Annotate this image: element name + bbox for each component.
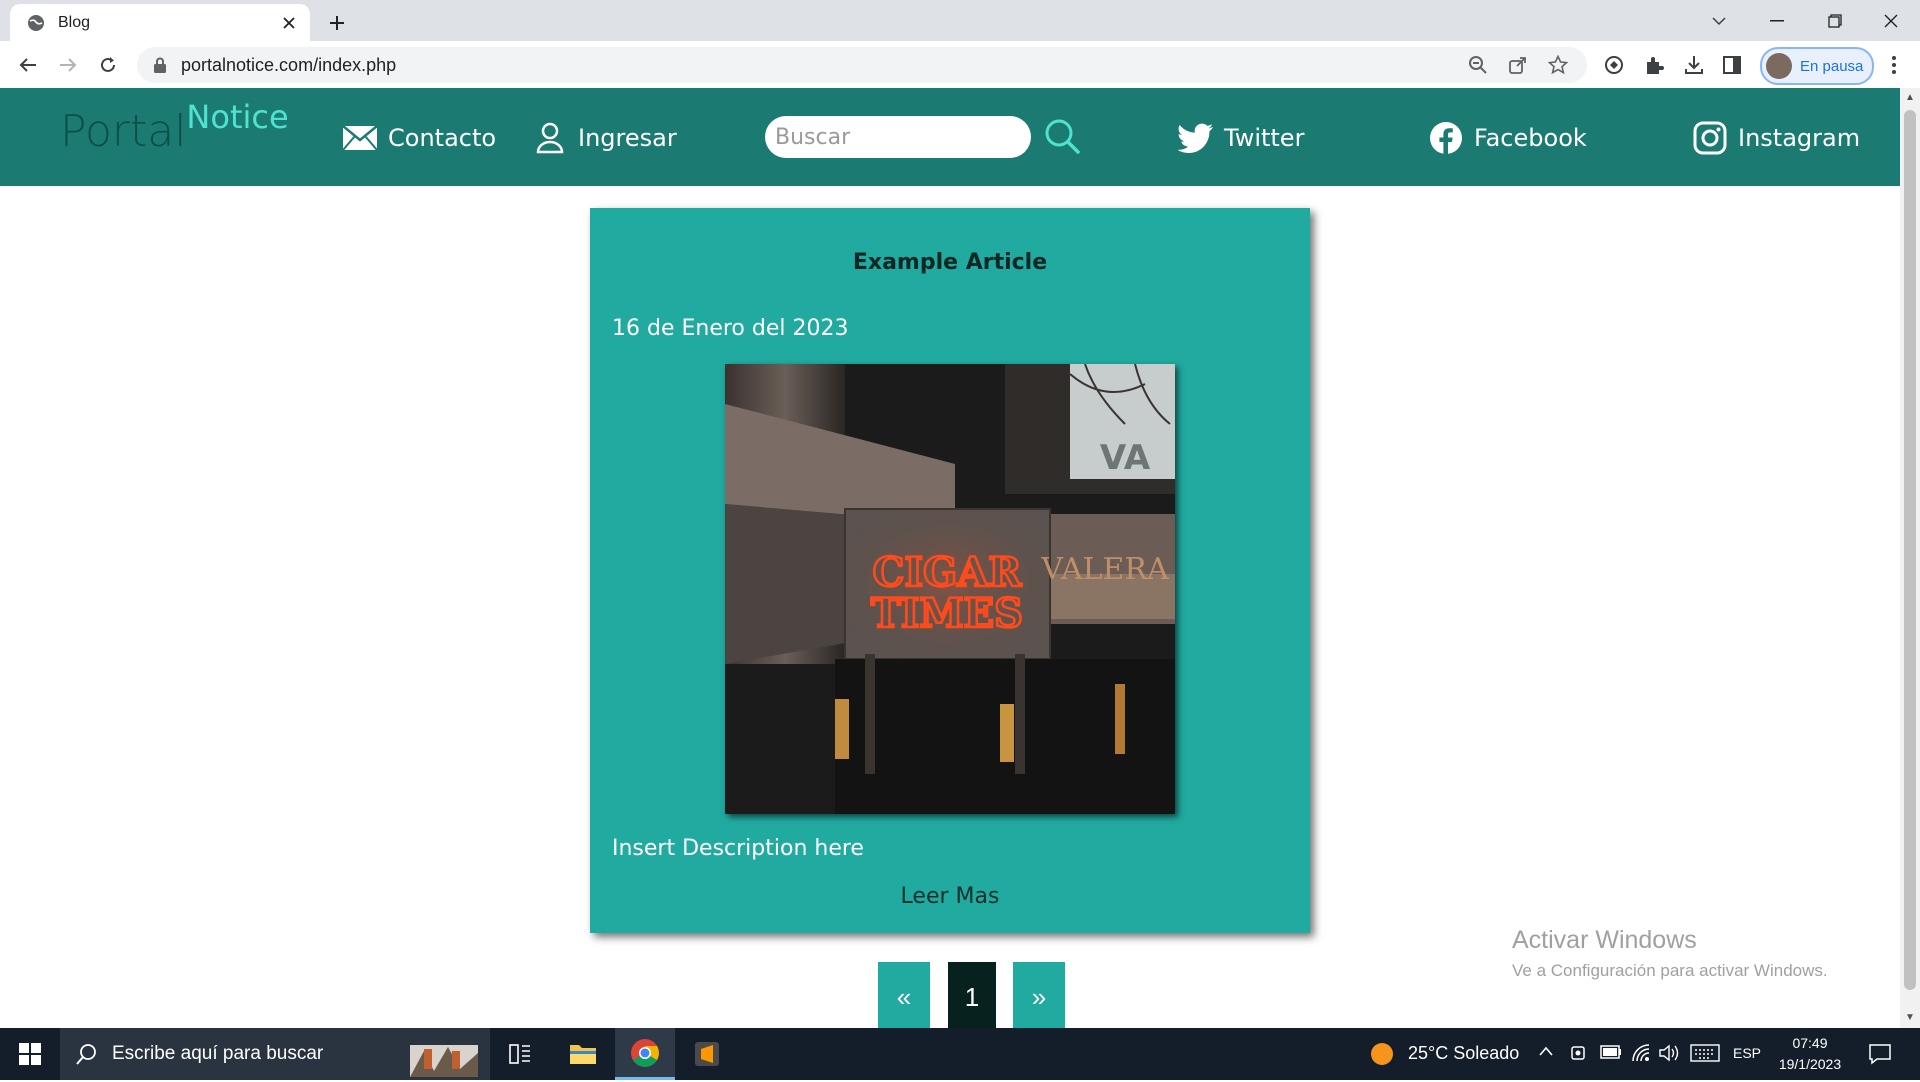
scrollbar-thumb[interactable]: [1904, 110, 1916, 990]
notifications-icon[interactable]: [1868, 1042, 1892, 1066]
windows-start-button[interactable]: [0, 1028, 60, 1080]
clock-time: 07:49: [1792, 1035, 1828, 1051]
chevron-up-icon[interactable]: [1538, 1044, 1554, 1060]
taskbar-search-box[interactable]: Escribe aquí para buscar: [60, 1028, 490, 1080]
extensions-puzzle-icon[interactable]: [1640, 51, 1668, 79]
watermark-subtitle: Ve a Configuración para activar Windows.: [1512, 961, 1828, 980]
nav-contact-link[interactable]: Contacto: [342, 116, 496, 160]
page-scrollbar[interactable]: ▲ ▼: [1900, 88, 1920, 1028]
browser-tab[interactable]: Blog: [10, 4, 310, 41]
profile-button[interactable]: En pausa: [1760, 47, 1874, 85]
tab-search-icon[interactable]: [1690, 0, 1748, 41]
search-input[interactable]: [765, 116, 1031, 158]
volume-icon[interactable]: [1658, 1043, 1680, 1063]
nav-facebook-label: Facebook: [1474, 124, 1587, 152]
article-card: Example Article 16 de Enero del 2023 CIG…: [590, 208, 1310, 933]
file-explorer-icon[interactable]: [553, 1028, 613, 1080]
twitter-icon: [1178, 120, 1214, 156]
sign-side-text: VALERA: [1040, 552, 1169, 587]
pagination-prev-button[interactable]: «: [878, 962, 930, 1028]
weather-text[interactable]: 25°C Soleado: [1408, 1043, 1519, 1064]
article-image: CIGAR TIMES VA VALERA: [725, 364, 1175, 814]
sign-line-2: TIMES: [871, 590, 1023, 637]
side-panel-icon[interactable]: [1718, 51, 1746, 79]
nav-contact-label: Contacto: [388, 124, 497, 152]
pagination-current-page[interactable]: 1: [948, 962, 996, 1028]
keyboard-icon[interactable]: [1690, 1044, 1720, 1062]
search-icon: [76, 1043, 98, 1065]
windows-taskbar: Escribe aquí para buscar 25°C Soleado ES…: [0, 1028, 1920, 1080]
logo-notice: Notice: [186, 98, 289, 136]
profile-status: En pausa: [1800, 57, 1864, 75]
address-bar[interactable]: portalnotice.com/index.php: [137, 47, 1587, 83]
meet-now-icon[interactable]: [1570, 1043, 1588, 1063]
article-title: Example Article: [852, 250, 1048, 275]
minimize-icon[interactable]: [1748, 0, 1806, 41]
restore-icon[interactable]: [1806, 0, 1864, 41]
weather-sun-icon[interactable]: [1370, 1042, 1394, 1066]
close-tab-icon[interactable]: [278, 12, 300, 34]
browser-toolbar: portalnotice.com/index.php En pausa: [0, 41, 1920, 89]
page-viewport: PortalNotice Contacto Ingresar Twitter: [0, 88, 1900, 1028]
nav-twitter-link[interactable]: Twitter: [1178, 116, 1304, 160]
instagram-icon: [1692, 120, 1728, 156]
envelope-icon: [342, 120, 378, 156]
nav-facebook-link[interactable]: Facebook: [1428, 116, 1587, 160]
sign-line-1: CIGAR: [873, 549, 1023, 596]
article-description: Insert Description here: [612, 836, 864, 861]
download-icon[interactable]: [1680, 51, 1708, 79]
tab-title: Blog: [58, 13, 91, 31]
reload-button[interactable]: [92, 49, 124, 81]
site-navbar: PortalNotice Contacto Ingresar Twitter: [0, 88, 1900, 186]
user-icon: [532, 120, 568, 156]
browser-tabbar: Blog: [0, 0, 1920, 41]
site-logo[interactable]: PortalNotice: [60, 98, 289, 166]
share-icon[interactable]: [1507, 54, 1529, 76]
task-view-icon[interactable]: [490, 1028, 550, 1080]
nav-instagram-link[interactable]: Instagram: [1692, 116, 1860, 160]
facebook-icon: [1428, 120, 1464, 156]
windows-activation-watermark: Activar Windows Ve a Configuración para …: [1512, 926, 1828, 981]
taskbar-clock[interactable]: 07:49 19/1/2023: [1760, 1033, 1860, 1075]
nav-login-link[interactable]: Ingresar: [532, 116, 677, 160]
scroll-up-icon[interactable]: ▲: [1904, 92, 1916, 104]
extension-sync-icon[interactable]: [1600, 51, 1628, 79]
taskbar-search-placeholder: Escribe aquí para buscar: [112, 1043, 324, 1064]
avatar: [1766, 53, 1792, 79]
nav-login-label: Ingresar: [578, 124, 677, 152]
back-button[interactable]: [12, 49, 44, 81]
new-tab-button[interactable]: [320, 6, 354, 40]
chrome-taskbar-icon[interactable]: [615, 1028, 675, 1080]
article-date: 16 de Enero del 2023: [612, 316, 849, 341]
lock-icon[interactable]: [153, 57, 169, 73]
read-more-link[interactable]: Leer Mas: [590, 884, 1310, 909]
nav-twitter-label: Twitter: [1224, 124, 1305, 152]
search-highlight-icon: [404, 1031, 484, 1077]
url-text[interactable]: portalnotice.com/index.php: [181, 55, 1467, 76]
bookmark-star-icon[interactable]: [1547, 54, 1569, 76]
language-indicator[interactable]: ESP: [1733, 1045, 1761, 1061]
wifi-icon[interactable]: [1631, 1043, 1651, 1063]
forward-button[interactable]: [52, 49, 84, 81]
nav-instagram-label: Instagram: [1738, 124, 1861, 152]
scroll-down-icon[interactable]: ▼: [1904, 1012, 1916, 1024]
watermark-title: Activar Windows: [1512, 926, 1697, 954]
sign-back-text: VA: [1100, 438, 1151, 478]
sublime-text-icon[interactable]: [677, 1028, 737, 1080]
pagination-next-button[interactable]: »: [1013, 962, 1065, 1028]
close-window-icon[interactable]: [1862, 0, 1920, 41]
kebab-menu-icon[interactable]: [1880, 51, 1908, 79]
globe-icon: [26, 13, 46, 33]
logo-portal: Portal: [60, 106, 187, 157]
clock-date: 19/1/2023: [1778, 1056, 1842, 1072]
zoom-icon[interactable]: [1467, 54, 1489, 76]
search-button[interactable]: [1042, 116, 1082, 156]
battery-icon[interactable]: [1600, 1045, 1622, 1059]
